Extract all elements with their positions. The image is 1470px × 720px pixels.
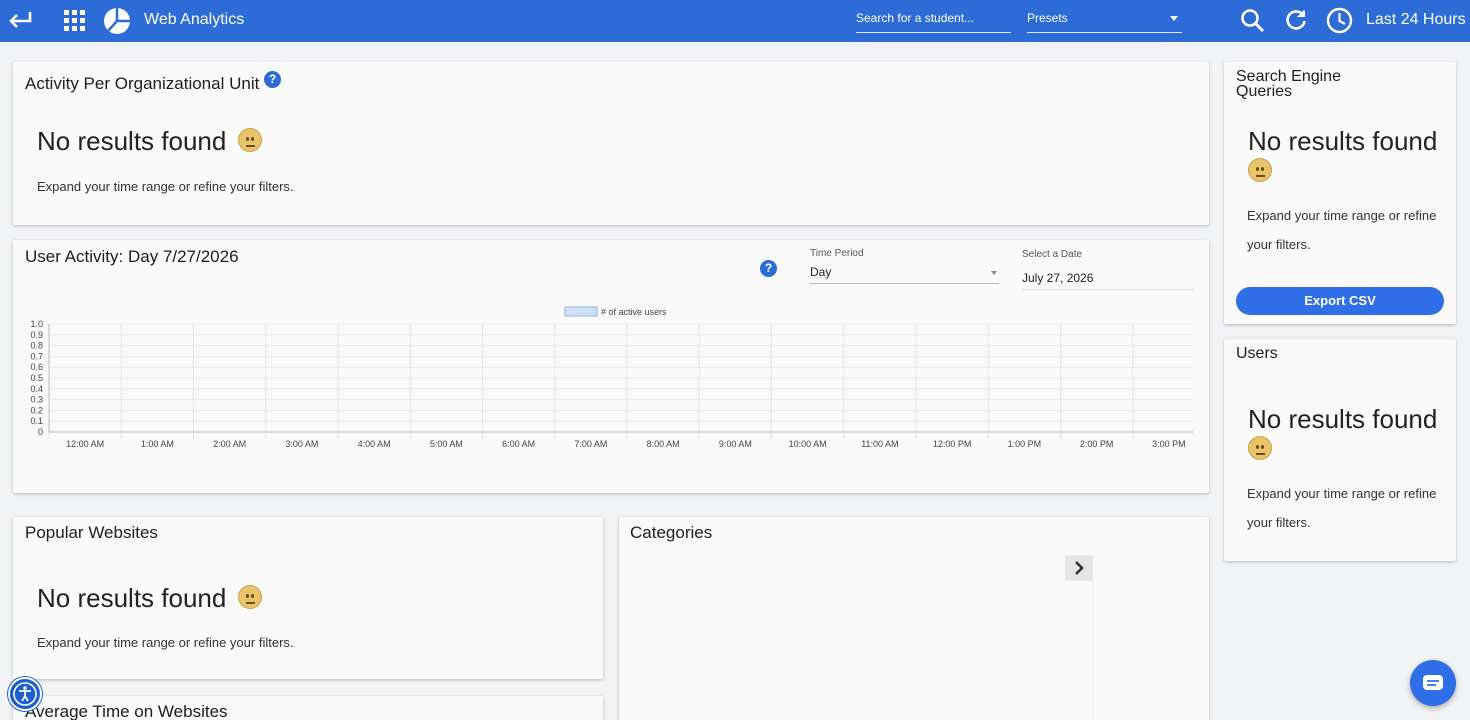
y-tick-label: 0.9 — [30, 330, 43, 340]
active-users-chart: # of active users1.00.90.80.70.60.50.40.… — [30, 306, 1193, 449]
x-tick-label: 2:00 AM — [213, 439, 246, 449]
no-results-hint-line1: Expand your time range or refine — [1247, 208, 1437, 223]
neutral-face-emoji-icon — [237, 128, 262, 152]
date-picker-input[interactable]: July 27, 2026 — [1022, 268, 1194, 290]
time-period-label: Time Period — [810, 248, 864, 259]
back-arrow-icon[interactable] — [6, 8, 34, 37]
x-tick-label: 4:00 AM — [358, 439, 391, 449]
y-tick-label: 1.0 — [30, 319, 43, 329]
clock-icon[interactable] — [1326, 7, 1353, 39]
card-title: Categories — [630, 523, 713, 542]
date-value: July 27, 2026 — [1022, 271, 1094, 285]
x-tick-label: 5:00 AM — [430, 439, 463, 449]
time-period-value: Day — [810, 265, 832, 279]
x-tick-label: 11:00 AM — [861, 439, 898, 449]
no-results-hint: Expand your time range or refine your fi… — [37, 635, 294, 650]
org-unit-card: Activity Per Organizational Unit ? No re… — [13, 62, 1209, 225]
neutral-face-emoji-icon — [1248, 158, 1272, 182]
no-results-heading: No results found — [37, 126, 262, 157]
date-label: Select a Date — [1022, 249, 1083, 260]
refresh-icon[interactable] — [1284, 8, 1308, 37]
user-activity-card: User Activity: Day 7/27/2026 ? Time Peri… — [13, 240, 1209, 493]
y-tick-label: 0 — [38, 427, 43, 437]
analytics-logo-icon — [103, 7, 131, 40]
help-icon[interactable]: ? — [760, 260, 777, 277]
no-results-hint-line1: Expand your time range or refine — [1247, 486, 1437, 501]
next-page-button[interactable] — [1065, 555, 1093, 581]
time-period-dropdown[interactable]: Day — [810, 264, 999, 284]
x-tick-label: 10:00 AM — [789, 439, 827, 449]
x-tick-label: 1:00 PM — [1008, 439, 1042, 449]
time-range-label[interactable]: Last 24 Hours — [1366, 11, 1466, 29]
chevron-down-icon — [991, 271, 997, 275]
no-results-heading: No results found — [37, 583, 262, 614]
accessibility-icon — [13, 682, 37, 706]
x-tick-label: 3:00 AM — [285, 439, 318, 449]
x-tick-label: 7:00 AM — [574, 439, 607, 449]
card-title: User Activity: Day 7/27/2026 — [25, 247, 239, 266]
no-results-text: No results found — [1248, 404, 1438, 434]
x-tick-label: 3:00 PM — [1152, 439, 1186, 449]
top-app-bar: Web Analytics Search for a student... Pr… — [0, 0, 1470, 42]
neutral-face-emoji-icon — [237, 585, 262, 609]
student-search-placeholder: Search for a student... — [856, 11, 975, 25]
legend-swatch — [564, 306, 598, 317]
card-title: Average Time on Websites — [25, 702, 228, 720]
help-icon[interactable]: ? — [264, 71, 281, 88]
app-title: Web Analytics — [144, 11, 245, 28]
no-results-hint: Expand your time range or refine your fi… — [37, 179, 294, 194]
card-title: Activity Per Organizational Unit — [25, 74, 260, 93]
apps-grid-icon[interactable] — [64, 10, 86, 37]
y-tick-label: 0.6 — [30, 362, 43, 372]
average-time-card: Average Time on Websites — [13, 696, 603, 720]
no-results-text: No results found — [1248, 126, 1438, 156]
y-tick-label: 0.5 — [30, 373, 43, 383]
student-search-input[interactable]: Search for a student... — [856, 11, 1011, 33]
chevron-right-icon — [1075, 561, 1084, 575]
no-results-hint-line2: your filters. — [1247, 515, 1311, 530]
neutral-face-emoji-icon — [1248, 436, 1272, 460]
accessibility-button[interactable] — [8, 677, 42, 711]
x-tick-label: 12:00 AM — [66, 439, 104, 449]
presets-label: Presets — [1027, 11, 1068, 25]
no-results-hint-line2: your filters. — [1247, 237, 1311, 252]
card-title: Popular Websites — [25, 523, 158, 542]
y-tick-label: 0.2 — [30, 405, 43, 415]
presets-dropdown[interactable]: Presets — [1027, 11, 1182, 33]
chat-icon — [1423, 675, 1443, 690]
chevron-down-icon — [1170, 16, 1178, 21]
export-csv-button[interactable]: Export CSV — [1236, 287, 1444, 315]
users-card: Users No results found Expand your time … — [1224, 339, 1456, 561]
categories-card: Categories — [619, 517, 1209, 720]
popular-websites-card: Popular Websites No results found Expand… — [13, 517, 603, 679]
x-tick-label: 12:00 PM — [933, 439, 972, 449]
x-tick-label: 2:00 PM — [1080, 439, 1114, 449]
card-title: Users — [1236, 345, 1278, 362]
x-tick-label: 6:00 AM — [502, 439, 535, 449]
search-engine-queries-card: Search Engine Queries No results found E… — [1224, 62, 1456, 324]
x-tick-label: 8:00 AM — [647, 439, 680, 449]
x-tick-label: 1:00 AM — [141, 439, 174, 449]
y-tick-label: 0.7 — [30, 351, 43, 361]
x-tick-label: 9:00 AM — [719, 439, 752, 449]
y-tick-label: 0.3 — [30, 395, 43, 405]
chat-support-button[interactable] — [1410, 660, 1456, 706]
legend-label: # of active users — [601, 307, 667, 317]
no-results-text: No results found — [37, 583, 227, 613]
no-results-text: No results found — [37, 126, 227, 156]
search-icon[interactable] — [1240, 8, 1266, 39]
y-tick-label: 0.8 — [30, 341, 43, 351]
y-tick-label: 0.4 — [30, 384, 43, 394]
card-title-line2: Queries — [1236, 83, 1293, 100]
y-tick-label: 0.1 — [30, 416, 43, 426]
